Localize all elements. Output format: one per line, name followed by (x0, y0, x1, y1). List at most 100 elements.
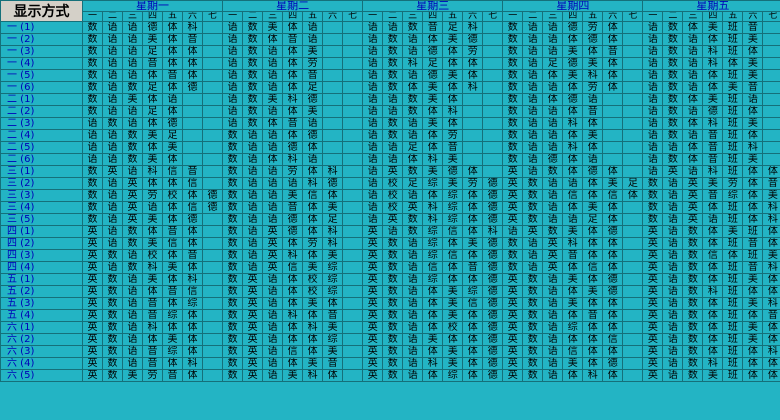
lesson-cell[interactable]: 语 (242, 213, 264, 226)
lesson-cell[interactable]: 体 (282, 105, 304, 118)
lesson-cell[interactable]: 英 (682, 177, 704, 190)
lesson-cell[interactable] (201, 285, 224, 298)
lesson-cell[interactable]: 科 (762, 261, 780, 274)
lesson-cell[interactable]: 体 (742, 189, 764, 202)
lesson-cell[interactable]: 语 (642, 105, 664, 118)
lesson-cell[interactable]: 体 (562, 81, 584, 94)
lesson-cell[interactable]: 语 (662, 297, 684, 310)
lesson-cell[interactable]: 语 (222, 93, 244, 106)
lesson-cell[interactable]: 语 (102, 213, 123, 226)
lesson-cell[interactable]: 语 (82, 153, 103, 166)
lesson-cell[interactable]: 语 (522, 45, 544, 58)
lesson-cell[interactable]: 数 (382, 129, 404, 142)
lesson-cell[interactable]: 德 (442, 165, 464, 178)
lesson-cell[interactable] (342, 345, 364, 358)
lesson-cell[interactable]: 综 (422, 249, 444, 262)
lesson-cell[interactable]: 语 (662, 333, 684, 346)
lesson-cell[interactable]: 语 (662, 141, 684, 154)
lesson-cell[interactable]: 校 (442, 321, 464, 334)
lesson-cell[interactable]: 语 (382, 153, 404, 166)
lesson-cell[interactable]: 体 (402, 153, 424, 166)
lesson-cell[interactable]: 英 (362, 249, 384, 262)
lesson-cell[interactable]: 语 (262, 333, 284, 346)
lesson-cell[interactable]: 足 (142, 81, 163, 94)
lesson-cell[interactable]: 体 (302, 165, 324, 178)
lesson-cell[interactable]: 语 (262, 165, 284, 178)
lesson-cell[interactable]: 班 (722, 153, 744, 166)
lesson-cell[interactable]: 英 (242, 297, 264, 310)
lesson-cell[interactable]: 数 (222, 333, 244, 346)
lesson-cell[interactable] (182, 129, 203, 142)
lesson-cell[interactable]: 体 (582, 237, 604, 250)
lesson-cell[interactable]: 语 (122, 57, 143, 70)
lesson-cell[interactable]: 英 (642, 261, 664, 274)
lesson-cell[interactable]: 足 (402, 177, 424, 190)
lesson-cell[interactable]: 体 (162, 297, 183, 310)
lesson-cell[interactable]: 英 (502, 345, 524, 358)
lesson-cell[interactable]: 数 (402, 93, 424, 106)
lesson-cell[interactable]: 语 (122, 357, 143, 370)
lesson-cell[interactable]: 科 (582, 69, 604, 82)
lesson-cell[interactable]: 语 (402, 357, 424, 370)
lesson-cell[interactable]: 语 (222, 45, 244, 58)
lesson-cell[interactable]: 音 (702, 189, 724, 202)
lesson-cell[interactable]: 体 (602, 261, 624, 274)
lesson-cell[interactable]: 班 (722, 213, 744, 226)
lesson-cell[interactable]: 体 (702, 69, 724, 82)
lesson-cell[interactable]: 语 (402, 45, 424, 58)
lesson-cell[interactable]: 语 (702, 213, 724, 226)
lesson-cell[interactable]: 美 (302, 45, 324, 58)
lesson-cell[interactable]: 语 (542, 321, 564, 334)
lesson-cell[interactable]: 德 (482, 309, 504, 322)
lesson-cell[interactable]: 体 (762, 321, 780, 334)
lesson-cell[interactable]: 德 (422, 69, 444, 82)
lesson-cell[interactable]: 语 (262, 213, 284, 226)
lesson-cell[interactable]: 体 (742, 45, 764, 58)
lesson-cell[interactable]: 数 (122, 225, 143, 238)
lesson-cell[interactable]: 体 (762, 285, 780, 298)
lesson-cell[interactable]: 美 (742, 321, 764, 334)
lesson-cell[interactable]: 英 (242, 285, 264, 298)
lesson-cell[interactable]: 体 (282, 69, 304, 82)
class-label[interactable]: 二 (1) (0, 93, 83, 106)
lesson-cell[interactable]: 美 (462, 237, 484, 250)
lesson-cell[interactable]: 数 (502, 237, 524, 250)
lesson-cell[interactable]: 科 (702, 285, 724, 298)
lesson-cell[interactable]: 数 (242, 45, 264, 58)
lesson-cell[interactable]: 德 (582, 165, 604, 178)
lesson-cell[interactable]: 体 (162, 177, 183, 190)
lesson-cell[interactable] (342, 93, 364, 106)
lesson-cell[interactable]: 数 (502, 117, 524, 130)
lesson-cell[interactable]: 数 (82, 57, 103, 70)
lesson-cell[interactable]: 语 (382, 93, 404, 106)
lesson-cell[interactable]: 英 (642, 309, 664, 322)
lesson-cell[interactable]: 语 (542, 45, 564, 58)
lesson-cell[interactable]: 音 (282, 117, 304, 130)
lesson-cell[interactable]: 美 (322, 345, 344, 358)
lesson-cell[interactable]: 数 (82, 213, 103, 226)
lesson-cell[interactable]: 数 (662, 21, 684, 34)
lesson-cell[interactable]: 数 (682, 345, 704, 358)
lesson-cell[interactable]: 语 (102, 45, 123, 58)
lesson-cell[interactable]: 语 (102, 33, 123, 46)
lesson-cell[interactable]: 美 (722, 81, 744, 94)
class-label[interactable]: 三 (2) (0, 177, 83, 190)
lesson-cell[interactable]: 音 (282, 33, 304, 46)
lesson-cell[interactable]: 数 (222, 273, 244, 286)
lesson-cell[interactable]: 美 (722, 225, 744, 238)
class-label[interactable]: 四 (2) (0, 237, 83, 250)
lesson-cell[interactable]: 语 (242, 141, 264, 154)
lesson-cell[interactable]: 数 (522, 321, 544, 334)
lesson-cell[interactable]: 英 (502, 285, 524, 298)
lesson-cell[interactable]: 数 (642, 189, 664, 202)
lesson-cell[interactable]: 信 (422, 261, 444, 274)
lesson-cell[interactable]: 美 (742, 69, 764, 82)
lesson-cell[interactable]: 班 (722, 165, 744, 178)
lesson-cell[interactable]: 语 (682, 81, 704, 94)
lesson-cell[interactable]: 信 (182, 177, 203, 190)
lesson-cell[interactable]: 英 (662, 165, 684, 178)
lesson-cell[interactable]: 体 (762, 333, 780, 346)
lesson-cell[interactable]: 综 (162, 345, 183, 358)
lesson-cell[interactable]: 美 (282, 369, 304, 382)
lesson-cell[interactable]: 数 (502, 153, 524, 166)
